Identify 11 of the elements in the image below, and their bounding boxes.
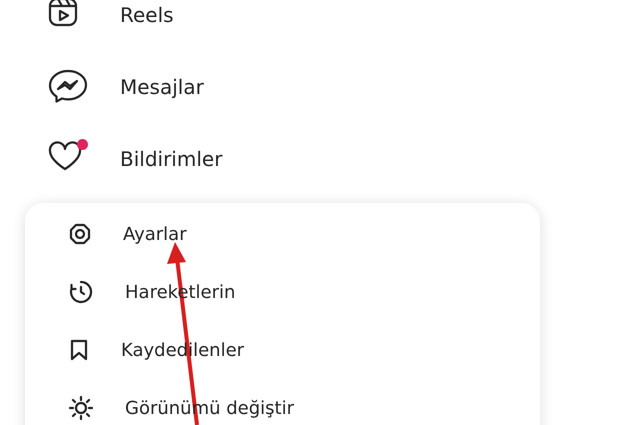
heart-icon [48,141,82,171]
clock-icon [69,280,93,304]
menu-item[interactable]: Ayarlar [123,224,187,244]
sidebar-item[interactable]: Reels [120,3,174,27]
sun-icon [69,396,93,420]
sidebar-item[interactable]: Mesajlar [120,75,204,99]
settings-icon [69,223,91,245]
reels-icon [48,0,78,27]
messenger-icon [48,69,88,103]
bookmark-icon [69,339,89,361]
sidebar-item[interactable]: Bildirimler [120,147,222,171]
